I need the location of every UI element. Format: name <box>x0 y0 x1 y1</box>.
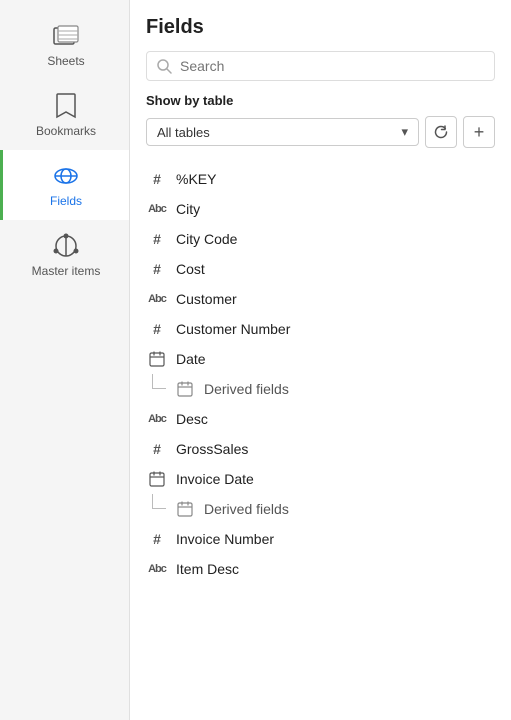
text-icon: Abc <box>146 200 168 218</box>
field-label-derived-2: Derived fields <box>204 501 289 517</box>
main-panel: Fields Show by table All tables ▾ <box>130 0 511 720</box>
sidebar-item-label-master-items: Master items <box>32 264 101 278</box>
field-label-customer-number: Customer Number <box>176 321 290 337</box>
search-box <box>146 51 495 81</box>
field-label-customer: Customer <box>176 291 237 307</box>
calendar-icon <box>174 380 196 398</box>
number-icon: # <box>146 530 168 548</box>
text-icon: Abc <box>146 560 168 578</box>
field-item-date[interactable]: Date <box>130 344 511 374</box>
search-input[interactable] <box>180 58 484 74</box>
table-filter-row: All tables ▾ + <box>146 116 495 148</box>
all-tables-dropdown[interactable]: All tables ▾ <box>146 118 419 146</box>
number-icon: # <box>146 170 168 188</box>
calendar-icon <box>146 470 168 488</box>
show-by-table-label: Show by table <box>146 93 495 108</box>
add-field-button[interactable]: + <box>463 116 495 148</box>
sidebar-item-sheets[interactable]: Sheets <box>0 10 129 80</box>
field-label-city: City <box>176 201 200 217</box>
sidebar-item-label-bookmarks: Bookmarks <box>36 124 96 138</box>
field-label-date: Date <box>176 351 206 367</box>
field-item-cost[interactable]: # Cost <box>130 254 511 284</box>
field-label-key: %KEY <box>176 171 216 187</box>
field-item-customer[interactable]: Abc Customer <box>130 284 511 314</box>
chevron-down-icon: ▾ <box>401 124 408 140</box>
bookmarks-icon <box>52 92 80 120</box>
search-icon <box>157 59 172 74</box>
sidebar-item-fields[interactable]: Fields <box>0 150 129 220</box>
text-icon: Abc <box>146 290 168 308</box>
field-item-invoice-date[interactable]: Invoice Date <box>130 464 511 494</box>
sidebar-item-bookmarks[interactable]: Bookmarks <box>0 80 129 150</box>
field-label-desc: Desc <box>176 411 208 427</box>
number-icon: # <box>146 260 168 278</box>
field-label-invoice-date: Invoice Date <box>176 471 254 487</box>
number-icon: # <box>146 320 168 338</box>
field-item-desc[interactable]: Abc Desc <box>130 404 511 434</box>
field-label-gross-sales: GrossSales <box>176 441 248 457</box>
field-label-item-desc: Item Desc <box>176 561 239 577</box>
sidebar-item-label-sheets: Sheets <box>47 54 84 68</box>
field-label-city-code: City Code <box>176 231 237 247</box>
field-item-gross-sales[interactable]: # GrossSales <box>130 434 511 464</box>
refresh-button[interactable] <box>425 116 457 148</box>
sidebar-item-label-fields: Fields <box>50 194 82 208</box>
master-items-icon <box>52 232 80 260</box>
field-label-invoice-number: Invoice Number <box>176 531 274 547</box>
fields-list: # %KEY Abc City # City Code # Cost Abc C… <box>130 160 511 720</box>
field-item-key[interactable]: # %KEY <box>130 164 511 194</box>
fields-icon <box>52 162 80 190</box>
plus-icon: + <box>474 123 485 141</box>
field-item-item-desc[interactable]: Abc Item Desc <box>130 554 511 584</box>
sheets-icon <box>52 22 80 50</box>
field-item-city-code[interactable]: # City Code <box>130 224 511 254</box>
page-title: Fields <box>146 16 495 39</box>
field-item-derived-1[interactable]: Derived fields <box>130 374 511 404</box>
field-item-city[interactable]: Abc City <box>130 194 511 224</box>
field-item-invoice-number[interactable]: # Invoice Number <box>130 524 511 554</box>
calendar-icon <box>174 500 196 518</box>
field-item-derived-2[interactable]: Derived fields <box>130 494 511 524</box>
text-icon: Abc <box>146 410 168 428</box>
number-icon: # <box>146 230 168 248</box>
field-item-customer-number[interactable]: # Customer Number <box>130 314 511 344</box>
main-header: Fields Show by table All tables ▾ <box>130 0 511 160</box>
sidebar: Sheets Bookmarks Fields <box>0 0 130 720</box>
sidebar-item-master-items[interactable]: Master items <box>0 220 129 290</box>
calendar-icon <box>146 350 168 368</box>
field-label-cost: Cost <box>176 261 205 277</box>
dropdown-value: All tables <box>157 125 210 140</box>
number-icon: # <box>146 440 168 458</box>
field-label-derived-1: Derived fields <box>204 381 289 397</box>
